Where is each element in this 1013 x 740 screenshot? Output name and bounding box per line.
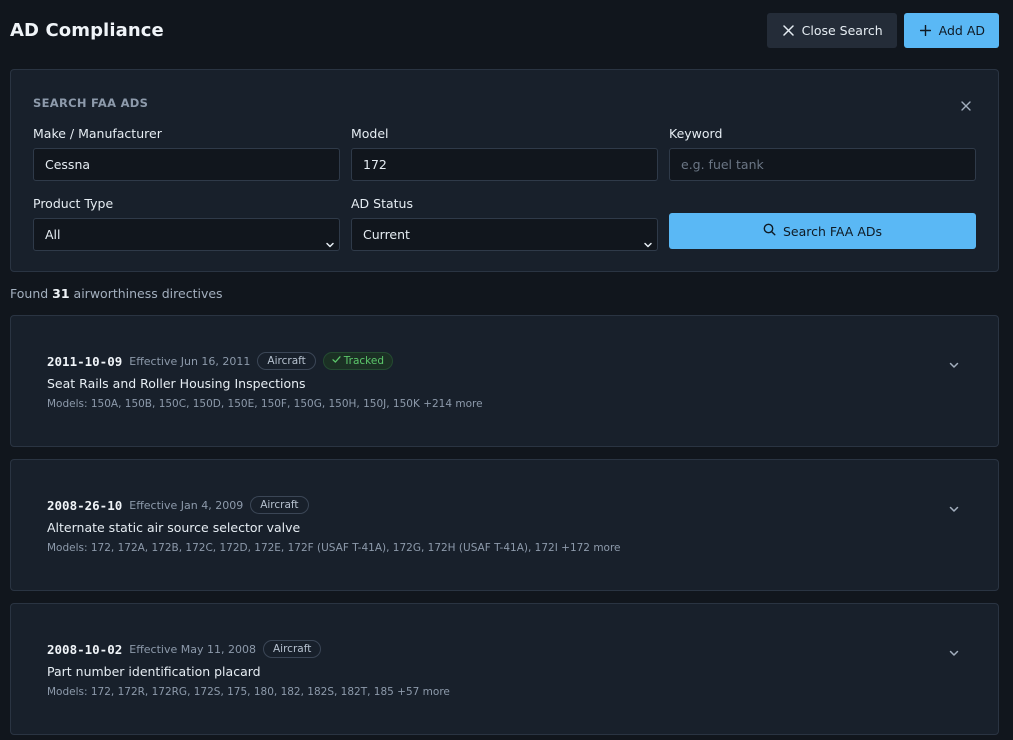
model-field: Model 172 (351, 125, 658, 181)
ad-status-select[interactable]: Current (351, 218, 658, 251)
ad-card-header: 2008-10-02 Effective May 11, 2008 Aircra… (47, 640, 322, 658)
product-type-badge: Aircraft (257, 352, 316, 370)
results-suffix: airworthiness directives (73, 286, 223, 301)
page-title: AD Compliance (10, 19, 164, 41)
model-label: Model (351, 126, 389, 141)
ad-subject: Part number identification placard (47, 664, 261, 679)
ad-number: 2011-10-09 (47, 353, 123, 369)
results-count: Found 31 airworthiness directives (10, 286, 223, 301)
ad-card[interactable]: 2011-10-09 Effective Jun 16, 2011 Aircra… (10, 315, 999, 447)
search-button-label: Search FAA ADs (782, 223, 883, 239)
keyword-label: Keyword (669, 126, 723, 141)
plus-icon (919, 24, 931, 36)
chevron-down-icon[interactable] (948, 356, 960, 375)
product-type-badge: Aircraft (250, 496, 309, 514)
ad-number: 2008-26-10 (47, 497, 123, 513)
ad-subject: Alternate static air source selector val… (47, 520, 301, 535)
ad-card-header: 2011-10-09 Effective Jun 16, 2011 Aircra… (47, 352, 393, 370)
product-type-badge: Aircraft (262, 640, 322, 658)
ad-card[interactable]: 2008-26-10 Effective Jan 4, 2009 Aircraf… (10, 459, 999, 591)
close-icon (782, 24, 794, 36)
page-header: AD Compliance Close Search Add AD (10, 12, 999, 48)
check-icon (332, 354, 341, 368)
close-search-button[interactable]: Close Search (766, 12, 897, 48)
ad-card[interactable]: 2008-10-02 Effective May 11, 2008 Aircra… (10, 603, 999, 735)
make-label: Make / Manufacturer (33, 126, 162, 141)
chevron-down-icon[interactable] (948, 644, 960, 663)
product-type-field: Product Type All (33, 195, 340, 251)
close-icon[interactable] (960, 97, 972, 111)
add-ad-button[interactable]: Add AD (903, 12, 999, 48)
results-count-number: 31 (52, 286, 70, 301)
close-search-label: Close Search (801, 22, 883, 38)
ad-card-header: 2008-26-10 Effective Jan 4, 2009 Aircraf… (47, 496, 309, 514)
ad-effective-date: Effective May 11, 2008 (129, 642, 256, 656)
ad-effective-date: Effective Jun 16, 2011 (129, 354, 251, 368)
search-panel-title: SEARCH FAA ADS (33, 96, 149, 110)
add-ad-label: Add AD (938, 22, 985, 38)
ad-status-label: AD Status (351, 196, 413, 211)
search-panel: SEARCH FAA ADS Make / Manufacturer Cessn… (10, 69, 999, 272)
chevron-down-icon (325, 230, 335, 261)
make-input[interactable]: Cessna (33, 148, 340, 181)
tracked-label: Tracked (343, 355, 384, 367)
chevron-down-icon[interactable] (948, 500, 960, 519)
results-prefix: Found (10, 286, 49, 301)
keyword-field: Keyword e.g. fuel tank (669, 125, 976, 181)
product-type-label: Product Type (33, 196, 114, 211)
product-type-value: All (45, 227, 61, 242)
ad-models: Models: 172, 172R, 172RG, 172S, 175, 180… (47, 686, 450, 698)
tracked-badge: Tracked (322, 352, 393, 370)
ad-effective-date: Effective Jan 4, 2009 (129, 498, 244, 512)
ad-status-value: Current (363, 227, 410, 242)
make-field: Make / Manufacturer Cessna (33, 125, 340, 181)
model-input[interactable]: 172 (351, 148, 658, 181)
ad-compliance-page: AD Compliance Close Search Add AD SEARCH… (0, 0, 1013, 740)
chevron-down-icon (643, 230, 653, 261)
ad-status-field: AD Status Current (351, 195, 658, 251)
ad-number: 2008-10-02 (47, 641, 123, 657)
search-icon (763, 223, 776, 239)
search-faa-ads-button[interactable]: Search FAA ADs (669, 213, 976, 249)
ad-subject: Seat Rails and Roller Housing Inspection… (47, 376, 306, 391)
keyword-input[interactable]: e.g. fuel tank (669, 148, 976, 181)
header-actions: Close Search Add AD (766, 12, 999, 48)
ad-models: Models: 172, 172A, 172B, 172C, 172D, 172… (47, 542, 621, 554)
ad-models: Models: 150A, 150B, 150C, 150D, 150E, 15… (47, 398, 483, 410)
product-type-select[interactable]: All (33, 218, 340, 251)
